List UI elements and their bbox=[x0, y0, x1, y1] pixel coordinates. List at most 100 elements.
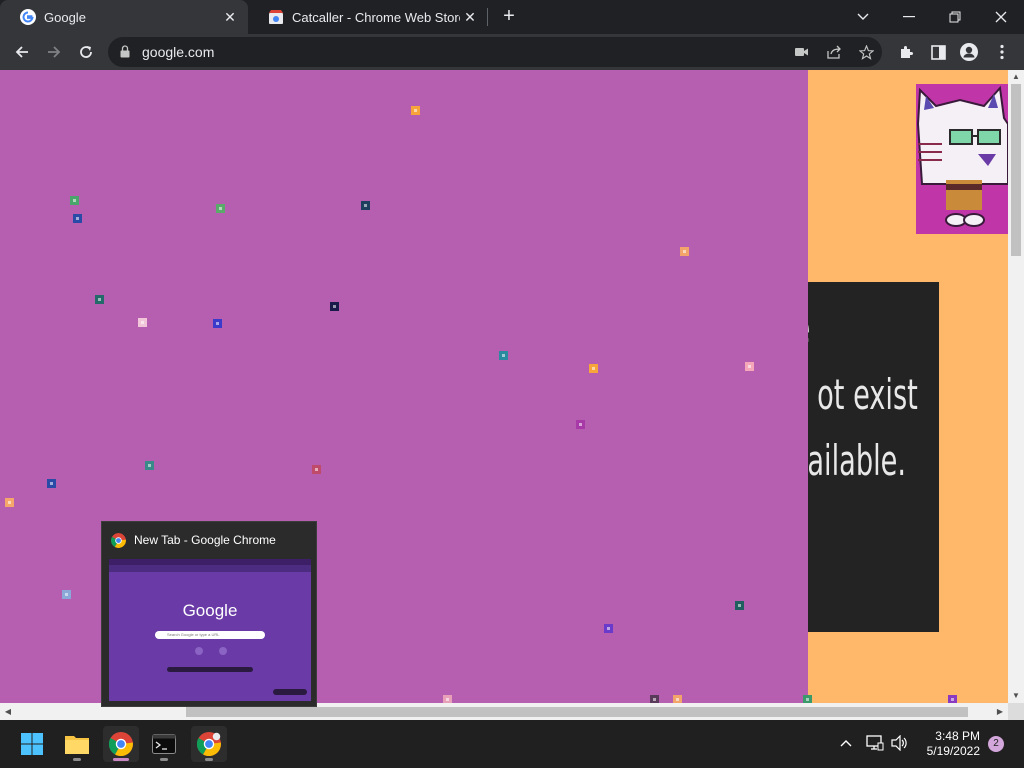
clock-time: 3:48 PM bbox=[935, 729, 980, 743]
confetti-square bbox=[803, 695, 812, 703]
back-button[interactable] bbox=[8, 38, 36, 66]
reload-button[interactable] bbox=[72, 38, 100, 66]
confetti-square bbox=[499, 351, 508, 360]
error-text-line-3: ailable. bbox=[808, 436, 906, 485]
close-icon[interactable] bbox=[978, 0, 1024, 34]
error-panel: e ot exist ailable. bbox=[808, 282, 939, 632]
browser-toolbar: google.com bbox=[0, 34, 1024, 70]
tab-separator bbox=[487, 8, 488, 26]
restore-icon[interactable] bbox=[932, 0, 978, 34]
url-text: google.com bbox=[142, 44, 215, 60]
app-active-indicator bbox=[113, 758, 129, 761]
vertical-scroll-thumb[interactable] bbox=[1011, 84, 1021, 256]
file-explorer-button[interactable] bbox=[59, 726, 95, 762]
thumbnail-banner bbox=[167, 667, 253, 672]
confetti-square bbox=[312, 465, 321, 474]
chrome-taskbar-button[interactable] bbox=[103, 726, 139, 762]
scrollbar-corner bbox=[1008, 703, 1024, 720]
confetti-square bbox=[216, 204, 225, 213]
error-text-line-2: ot exist bbox=[817, 370, 918, 419]
confetti-square bbox=[604, 624, 613, 633]
horizontal-scroll-thumb[interactable] bbox=[186, 707, 968, 717]
catcaller-image bbox=[916, 84, 1008, 234]
thumbnail-google-logo: Google bbox=[182, 601, 238, 620]
vertical-scrollbar[interactable]: ▲ ▼ bbox=[1008, 70, 1024, 703]
screen: Google ✕ Catcaller - Chrome Web Store ✕ … bbox=[0, 0, 1024, 768]
confetti-square bbox=[673, 695, 682, 703]
clock-date: 5/19/2022 bbox=[926, 744, 980, 758]
windows-start-icon bbox=[21, 733, 43, 755]
scroll-up-arrow-icon[interactable]: ▲ bbox=[1008, 70, 1024, 84]
notification-badge[interactable]: 2 bbox=[988, 736, 1004, 752]
thumbnail-customize-button bbox=[273, 689, 307, 695]
thumbnail-toolbar bbox=[109, 565, 311, 572]
confetti-square bbox=[745, 362, 754, 371]
share-icon[interactable] bbox=[824, 42, 844, 62]
minimize-icon[interactable] bbox=[886, 0, 932, 34]
tab-strip: Google ✕ Catcaller - Chrome Web Store ✕ … bbox=[0, 0, 1024, 34]
camera-icon[interactable] bbox=[792, 42, 812, 62]
system-clock[interactable]: 3:48 PM 5/19/2022 bbox=[914, 729, 980, 759]
confetti-square bbox=[47, 479, 56, 488]
menu-icon[interactable] bbox=[991, 41, 1013, 63]
chrome-profile-taskbar-button[interactable] bbox=[191, 726, 227, 762]
confetti-square bbox=[73, 214, 82, 223]
confetti-square bbox=[62, 590, 71, 599]
scroll-left-arrow-icon[interactable]: ◀ bbox=[0, 703, 16, 720]
profile-avatar-icon[interactable] bbox=[958, 41, 980, 63]
close-tab-icon[interactable]: ✕ bbox=[220, 7, 240, 27]
tab-catcaller[interactable]: Catcaller - Chrome Web Store ✕ bbox=[248, 0, 488, 34]
confetti-square bbox=[589, 364, 598, 373]
confetti-square bbox=[330, 302, 339, 311]
chrome-web-store-icon bbox=[268, 9, 284, 25]
extensions-icon[interactable] bbox=[895, 41, 917, 63]
tab-title: Catcaller - Chrome Web Store bbox=[292, 9, 460, 25]
preview-thumbnail[interactable]: Google Search Google or type a URL bbox=[109, 559, 311, 701]
network-icon[interactable] bbox=[866, 735, 884, 754]
confetti-square bbox=[735, 601, 744, 610]
app-running-indicator bbox=[73, 758, 81, 761]
preview-title: New Tab - Google Chrome bbox=[134, 533, 276, 547]
side-panel-icon[interactable] bbox=[927, 41, 949, 63]
confetti-square bbox=[411, 106, 420, 115]
thumbnail-shortcut bbox=[219, 647, 227, 655]
forward-button[interactable] bbox=[40, 38, 68, 66]
confetti-square bbox=[145, 461, 154, 470]
confetti-square bbox=[680, 247, 689, 256]
show-hidden-icons-button[interactable] bbox=[840, 734, 852, 750]
new-tab-button[interactable]: + bbox=[498, 6, 520, 28]
scroll-down-arrow-icon[interactable]: ▼ bbox=[1008, 689, 1024, 703]
scroll-right-arrow-icon[interactable]: ▶ bbox=[992, 703, 1008, 720]
bookmark-star-icon[interactable] bbox=[856, 42, 876, 62]
volume-icon[interactable] bbox=[891, 734, 909, 754]
taskbar-window-preview[interactable]: New Tab - Google Chrome Google Search Go… bbox=[101, 521, 317, 707]
confetti-square bbox=[576, 420, 585, 429]
confetti-square bbox=[443, 695, 452, 703]
confetti-square bbox=[650, 695, 659, 703]
start-button[interactable] bbox=[14, 726, 50, 762]
error-text-line-1: e bbox=[808, 304, 810, 353]
thumbnail-shortcut bbox=[195, 647, 203, 655]
thumbnail-search-box: Search Google or type a URL bbox=[155, 631, 265, 639]
address-bar[interactable]: google.com bbox=[108, 37, 882, 67]
confetti-square bbox=[948, 695, 957, 703]
chrome-icon bbox=[197, 732, 221, 756]
tab-title: Google bbox=[44, 9, 86, 25]
terminal-button[interactable] bbox=[146, 726, 182, 762]
windows-taskbar: 3:48 PM 5/19/2022 2 bbox=[0, 720, 1024, 768]
confetti-square bbox=[95, 295, 104, 304]
google-g-icon bbox=[20, 9, 36, 25]
cat-character-icon bbox=[916, 85, 1008, 227]
confetti-square bbox=[5, 498, 14, 507]
chevron-down-icon[interactable] bbox=[840, 0, 886, 34]
folder-icon bbox=[65, 736, 89, 754]
confetti-square bbox=[138, 318, 147, 327]
tab-google[interactable]: Google ✕ bbox=[0, 0, 248, 34]
lock-icon[interactable] bbox=[120, 45, 130, 58]
confetti-square bbox=[213, 319, 222, 328]
confetti-square bbox=[361, 201, 370, 210]
app-running-indicator bbox=[205, 758, 213, 761]
chrome-icon bbox=[111, 533, 126, 548]
close-tab-icon[interactable]: ✕ bbox=[460, 7, 480, 27]
chrome-icon bbox=[109, 732, 133, 756]
